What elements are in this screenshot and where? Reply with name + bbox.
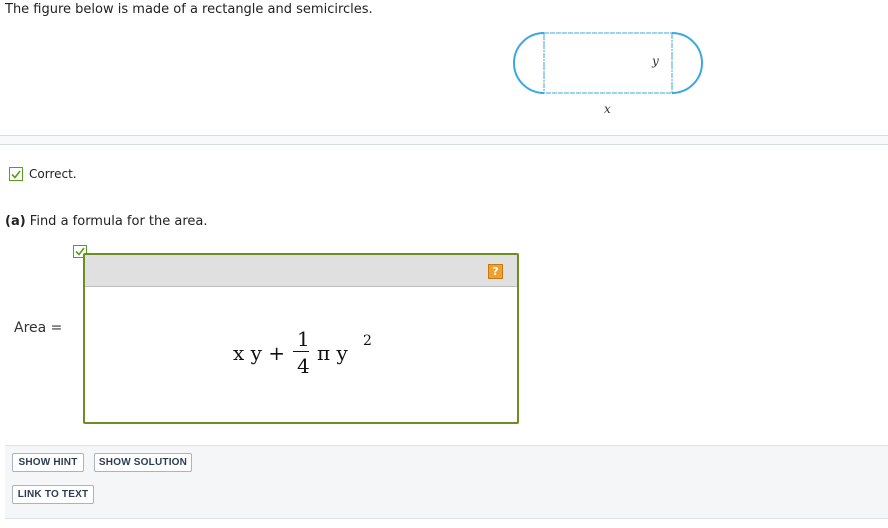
show-solution-button[interactable]: SHOW SOLUTION [94, 453, 192, 472]
formula-exponent: 2 [363, 333, 372, 349]
check-icon [9, 167, 23, 181]
x-label: x [604, 102, 611, 116]
answer-formula[interactable]: x y + 1 4 π y 2 [233, 327, 433, 387]
status-text: Correct. [29, 167, 77, 181]
section-divider [0, 135, 888, 145]
formula-denominator: 4 [297, 354, 310, 378]
part-a-prompt: (a) Find a formula for the area. [5, 214, 208, 229]
correct-status: Correct. [9, 167, 77, 181]
help-button[interactable]: ? [488, 264, 503, 279]
action-bar: SHOW HINT SHOW SOLUTION [5, 445, 888, 479]
right-semicircle [671, 32, 703, 94]
y-label: y [651, 54, 659, 68]
math-editor-toolbar: ? [85, 255, 517, 287]
rectangle-semicircles-figure: y x [513, 32, 703, 116]
area-label: Area = [14, 320, 63, 336]
link-bar: LINK TO TEXT [5, 478, 888, 519]
answer-input-box[interactable]: ? x y + 1 4 π y 2 [83, 253, 519, 424]
formula-numerator: 1 [297, 327, 310, 351]
part-a-label: (a) [5, 214, 26, 229]
fraction-bar [293, 351, 309, 352]
link-to-text-button[interactable]: LINK TO TEXT [12, 485, 94, 504]
problem-statement: The figure below is made of a rectangle … [5, 2, 373, 17]
show-hint-button[interactable]: SHOW HINT [12, 453, 84, 472]
formula-term2: π y [317, 341, 348, 365]
left-semicircle [513, 32, 545, 94]
part-a-text: Find a formula for the area. [29, 214, 208, 229]
formula-term1: x y + [233, 341, 286, 365]
